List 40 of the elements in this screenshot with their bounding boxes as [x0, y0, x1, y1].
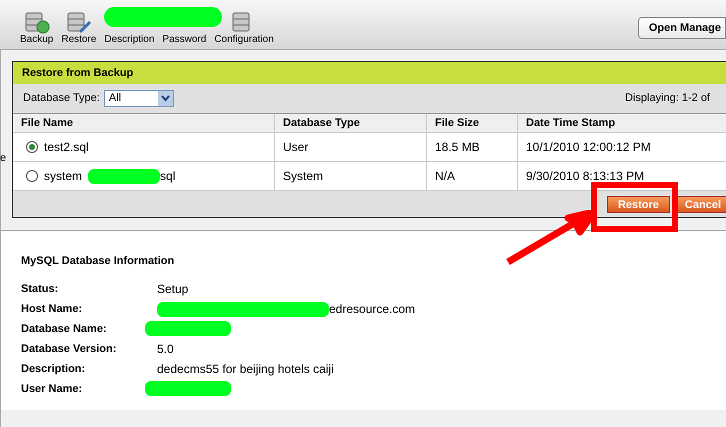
file-name: system: [44, 168, 82, 185]
toolbar-button[interactable]: Password: [162, 34, 206, 46]
toolbar-button[interactable]: Restore: [61, 34, 96, 46]
radio-button[interactable]: [26, 141, 38, 153]
field-value: Setup: [157, 281, 188, 298]
field-label: User Name:: [21, 382, 84, 397]
table-cell: User: [274, 133, 426, 161]
field-value: dedecms55 for beijing hotels caiji: [157, 361, 334, 378]
column-header: File Size: [426, 114, 517, 132]
database-type-select[interactable]: All: [104, 90, 174, 107]
table-cell: 10/1/2010 12:00:12 PM: [517, 133, 726, 161]
info-title: MySQL Database Information: [21, 254, 176, 269]
filter-label: Database Type:: [23, 91, 100, 106]
field-label: Database Version:: [21, 342, 118, 357]
panel-title: Restore from Backup: [13, 62, 726, 84]
radio-button[interactable]: [26, 170, 38, 182]
toolbar-button[interactable]: Description: [104, 34, 154, 46]
column-header: Date Time Stamp: [517, 114, 726, 132]
field-value: edresource.com: [329, 301, 416, 318]
field-label: Description:: [21, 362, 86, 377]
column-header: File Name: [20, 116, 74, 131]
column-header: Database Type: [274, 114, 426, 132]
open-manager-button[interactable]: Open Manage: [638, 17, 726, 39]
table-cell: System: [274, 162, 426, 190]
file-name: sql: [160, 168, 176, 185]
table-cell: 18.5 MB: [426, 133, 517, 161]
field-label: Database Name:: [21, 322, 108, 337]
displaying-count: Displaying: 1-2 of: [625, 91, 710, 106]
table-cell: 9/30/2010 8:13:13 PM: [517, 162, 726, 190]
field-label: Host Name:: [21, 302, 84, 317]
toolbar-button[interactable]: Configuration: [214, 34, 274, 46]
database-icon: [24, 10, 50, 34]
toolbar-button[interactable]: Backup: [20, 34, 54, 46]
file-name: test2.sql: [44, 139, 89, 156]
dropdown-icon: [158, 91, 173, 106]
field-value: 5.0: [157, 341, 174, 358]
database-icon: [66, 10, 92, 34]
field-label: Status:: [21, 282, 60, 297]
table-cell: N/A: [426, 162, 517, 190]
sidebar-text: e: [0, 151, 6, 166]
